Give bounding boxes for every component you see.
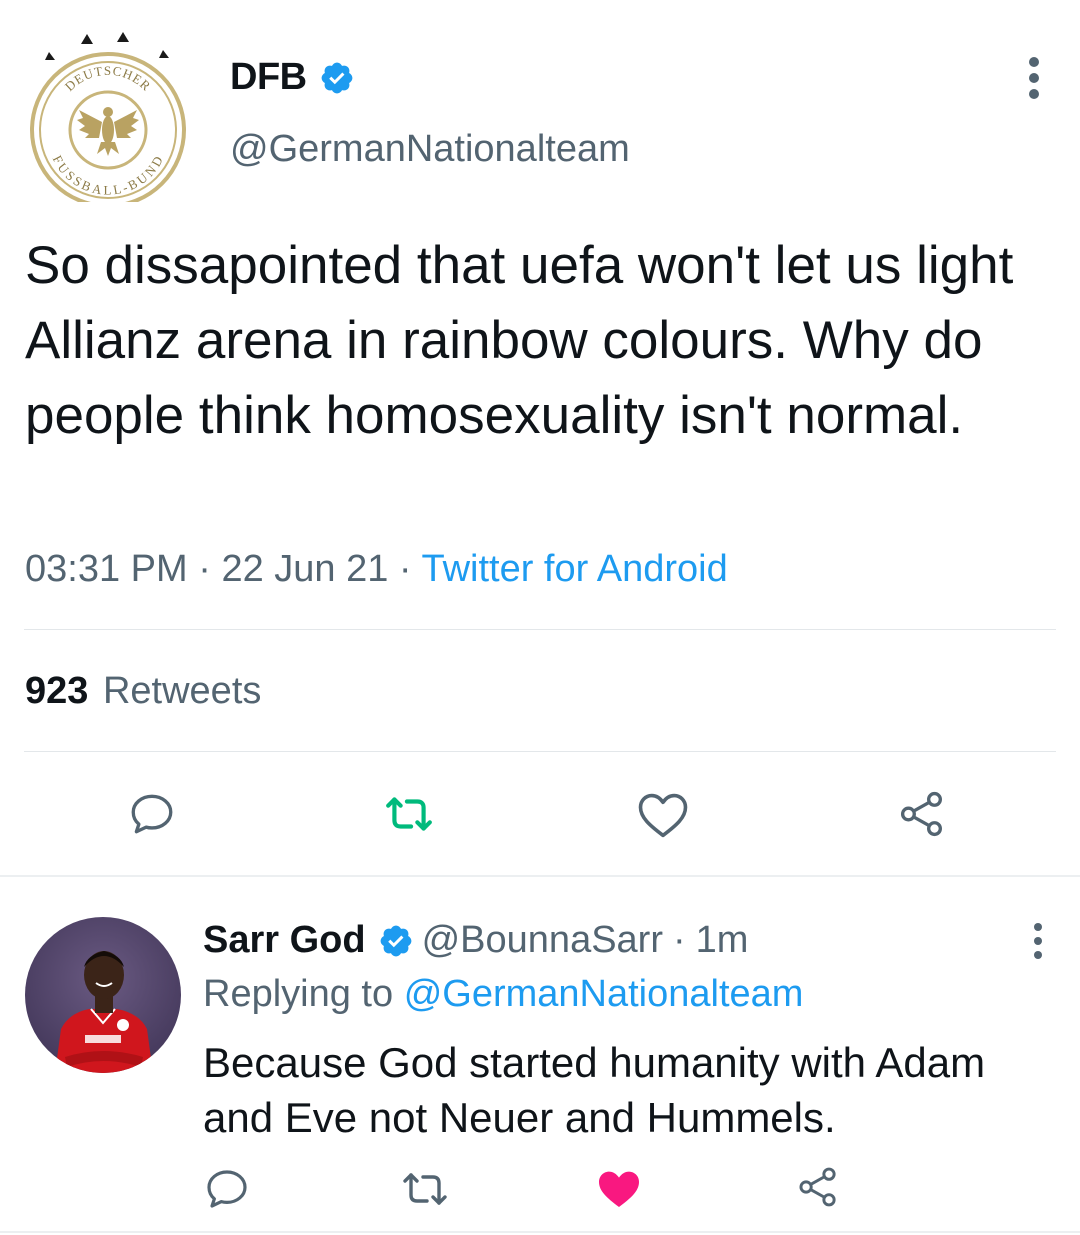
reply-timestamp[interactable]: 1m <box>696 919 749 962</box>
reply-separator: · <box>673 919 686 961</box>
reply-header: Sarr God @BounnaSarr · 1m <box>203 919 748 962</box>
author-name-row[interactable]: DFB <box>230 56 355 99</box>
reply-author-handle[interactable]: @BounnaSarr <box>422 919 663 962</box>
tweet-time: 03:31 PM <box>25 548 188 590</box>
reply-tweet[interactable]: Sarr God @BounnaSarr · 1m Replying to @G… <box>0 877 1080 1235</box>
retweet-button[interactable] <box>396 1163 454 1215</box>
share-button[interactable] <box>894 786 950 842</box>
replying-to-label: Replying to <box>203 973 394 1015</box>
reply-author-avatar[interactable] <box>25 917 181 1073</box>
meta-separator: · <box>198 548 211 590</box>
tweet-date: 22 Jun 21 <box>221 548 389 590</box>
retweet-label: Retweets <box>102 670 262 712</box>
like-button[interactable] <box>594 1163 644 1213</box>
retweet-icon <box>403 1173 447 1205</box>
author-display-name[interactable]: DFB <box>230 56 307 99</box>
reply-icon <box>131 794 173 834</box>
divider <box>24 751 1056 752</box>
reply-button[interactable] <box>201 1163 253 1215</box>
more-options-icon[interactable] <box>1022 921 1054 961</box>
share-icon <box>799 1167 836 1207</box>
like-icon <box>638 793 688 838</box>
more-options-icon[interactable] <box>1016 56 1052 100</box>
like-button[interactable] <box>634 786 692 842</box>
replying-to-line: Replying to @GermanNationalteam <box>203 973 803 1016</box>
dfb-logo-avatar[interactable]: DEUTSCHER FUSSBALL-BUND <box>27 30 189 202</box>
verified-badge-icon <box>321 62 352 93</box>
tweet-text: So dissapointed that uefa won't let us l… <box>25 236 1014 445</box>
like-icon <box>599 1171 639 1207</box>
bottom-divider <box>0 1231 1080 1233</box>
main-tweet: DEUTSCHER FUSSBALL-BUND DFB @GermanNatio… <box>0 0 1080 877</box>
retweet-stats[interactable]: 923 Retweets <box>25 670 261 713</box>
divider <box>24 629 1056 630</box>
retweet-button[interactable] <box>378 786 440 842</box>
share-icon <box>900 791 942 837</box>
retweet-count: 923 <box>25 670 89 712</box>
share-button[interactable] <box>794 1163 842 1211</box>
reply-author-name[interactable]: Sarr God <box>203 919 366 962</box>
meta-separator: · <box>398 548 412 590</box>
retweet-icon <box>386 797 432 831</box>
reply-button[interactable] <box>124 786 180 842</box>
reply-text: Because God started humanity with Adam a… <box>203 1039 986 1141</box>
tweet-meta: 03:31 PM · 22 Jun 21 · Twitter for Andro… <box>25 548 728 591</box>
replying-to-mention[interactable]: @GermanNationalteam <box>404 973 804 1015</box>
tweet-source-link[interactable]: Twitter for Android <box>421 548 727 590</box>
reply-icon <box>207 1170 247 1208</box>
verified-badge-icon <box>380 925 411 956</box>
author-handle[interactable]: @GermanNationalteam <box>230 128 630 171</box>
